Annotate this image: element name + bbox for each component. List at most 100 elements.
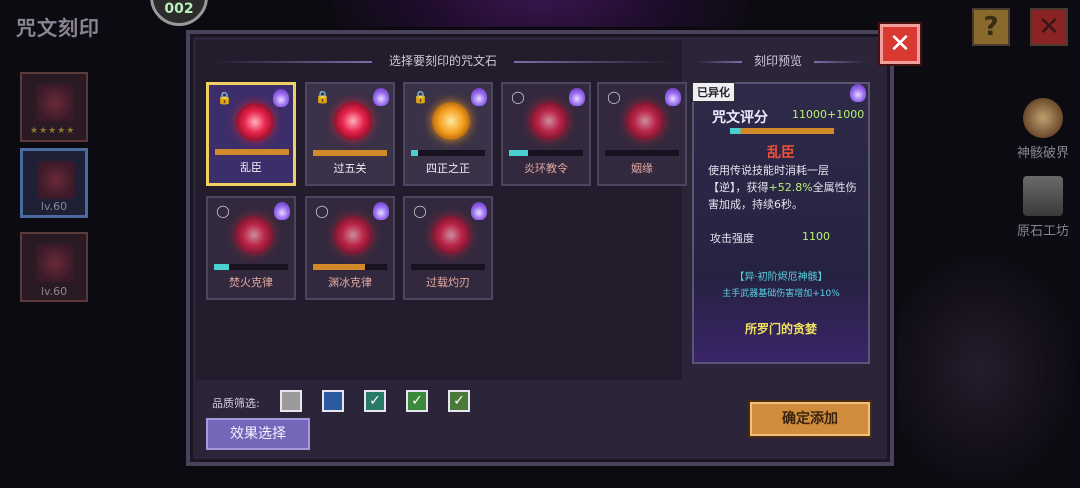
quality-checkbox[interactable]: [322, 390, 344, 412]
rune-card[interactable]: 🔒 四正之正: [403, 82, 493, 186]
header-divider: [814, 61, 866, 63]
top-badge: 002: [150, 0, 208, 26]
nav-ore-workshop[interactable]: 原石工坊: [1012, 176, 1074, 239]
purple-flame-icon: [850, 84, 866, 102]
rune-progress-fill: [214, 264, 229, 270]
preview-rune-title: 乱臣: [767, 145, 795, 161]
rune-card[interactable]: 🔒 过五关: [305, 82, 395, 186]
lock-icon: 🔒: [413, 90, 428, 104]
desc-highlight: +52.8%: [768, 181, 813, 194]
purple-flame-icon: [274, 202, 290, 220]
rune-name: 焚火克律: [229, 276, 273, 289]
confirm-add-button[interactable]: 确定添加: [750, 402, 870, 436]
rune-gem-icon: [432, 102, 470, 140]
select-header: 选择要刻印的咒文石: [388, 54, 497, 68]
checkmark-icon: ✓: [369, 393, 381, 409]
unlock-icon: ◯: [607, 90, 621, 104]
rune-card[interactable]: 🔒 乱臣: [206, 82, 296, 186]
quality-checkbox[interactable]: ✓: [364, 390, 386, 412]
purple-flame-icon: [373, 88, 389, 106]
help-button[interactable]: ?: [972, 8, 1010, 46]
skull-icon: [1023, 98, 1063, 138]
nav-god-bone-break[interactable]: 神骸破界: [1012, 98, 1074, 161]
rune-gem-icon: [530, 102, 568, 140]
score-progress-bar: [730, 128, 834, 134]
rune-progress-fill: [509, 150, 528, 156]
rune-gem-icon: [236, 103, 274, 141]
rune-gem-icon: [334, 216, 372, 254]
character-art: [37, 161, 75, 199]
effect-select-button[interactable]: 效果选择: [206, 418, 310, 450]
checkmark-icon: ✓: [453, 393, 465, 409]
rune-progress-bar: [411, 150, 485, 156]
star-rating: ★★★★★: [30, 126, 76, 136]
side-card-3[interactable]: lv.60: [20, 232, 88, 302]
rune-gem-icon: [432, 216, 470, 254]
rune-name: 乱臣: [240, 161, 262, 174]
rune-card[interactable]: ◯ 渊冰克律: [305, 196, 395, 300]
score-progress-fill: [730, 128, 834, 134]
unlock-icon: ◯: [511, 90, 525, 104]
quality-checkbox[interactable]: [280, 390, 302, 412]
rune-name: 渊冰克律: [328, 276, 372, 289]
rune-card[interactable]: ◯ 姻缘: [597, 82, 687, 186]
stat-label: 攻击强度: [710, 232, 754, 245]
unlock-icon: ◯: [413, 204, 427, 218]
side-card-2[interactable]: lv.60: [20, 148, 88, 218]
rune-progress-fill: [411, 150, 419, 156]
rune-progress-fill: [313, 264, 365, 270]
rune-progress-bar: [313, 150, 387, 156]
stat-value: 1100: [802, 230, 830, 243]
purple-flame-icon: [665, 88, 681, 106]
rune-name: 姻缘: [631, 162, 653, 175]
set-name: 所罗门的贪婪: [744, 322, 817, 336]
quality-filter-label: 品质筛选:: [212, 397, 260, 410]
rune-gem-icon: [334, 102, 372, 140]
mutated-tag: 已异化: [692, 82, 735, 102]
quality-checkbox[interactable]: ✓: [406, 390, 428, 412]
rune-card[interactable]: ◯ 炎环教令: [501, 82, 591, 186]
score-label: 咒文评分: [712, 110, 768, 126]
rune-gem-icon: [626, 102, 664, 140]
rune-progress-bar: [411, 264, 485, 270]
purple-flame-icon: [373, 202, 389, 220]
background-glow-right: [880, 250, 1080, 488]
close-button[interactable]: ✕: [880, 24, 920, 64]
side-card-1[interactable]: ★★★★★: [20, 72, 88, 142]
rune-progress-bar: [214, 264, 288, 270]
anvil-icon: [1023, 176, 1063, 216]
rune-card[interactable]: ◯ 焚火克律: [206, 196, 296, 300]
nav-label: 原石工坊: [1016, 224, 1069, 239]
header-divider: [696, 61, 742, 63]
nav-label: 神骸破界: [1016, 146, 1069, 161]
level-label: lv.60: [40, 285, 68, 298]
rune-progress-bar: [313, 264, 387, 270]
character-art: [36, 84, 74, 122]
lock-icon: 🔒: [217, 91, 232, 105]
level-label: lv.60: [40, 200, 68, 213]
rune-progress-bar: [215, 149, 289, 155]
purple-flame-icon: [569, 88, 585, 106]
purple-flame-icon: [471, 88, 487, 106]
purple-flame-icon: [471, 202, 487, 220]
header-divider: [212, 61, 372, 63]
purple-flame-icon: [273, 89, 289, 107]
background-close-button[interactable]: ✕: [1030, 8, 1068, 46]
rune-name: 过五关: [333, 162, 367, 175]
checkmark-icon: ✓: [411, 393, 423, 409]
rune-name: 过载灼刃: [426, 276, 470, 289]
page-title: 咒文刻印: [16, 16, 100, 40]
rune-card[interactable]: ◯ 过载灼刃: [403, 196, 493, 300]
rune-progress-fill: [215, 149, 289, 155]
rune-progress-bar: [509, 150, 583, 156]
preview-header: 刻印预览: [753, 54, 802, 68]
rune-name: 炎环教令: [524, 162, 568, 175]
rune-progress-fill: [313, 150, 387, 156]
unlock-icon: ◯: [216, 204, 230, 218]
rune-progress-bar: [605, 150, 679, 156]
rune-description: 使用传说技能时消耗一层【逆】，获得+52.8%全属性伤害加成，持续6秒。: [708, 162, 858, 213]
quality-checkbox[interactable]: ✓: [448, 390, 470, 412]
rune-gem-icon: [235, 216, 273, 254]
character-art: [36, 244, 74, 282]
effect-name: 【异·初阶烬厄神骸】: [734, 272, 828, 283]
